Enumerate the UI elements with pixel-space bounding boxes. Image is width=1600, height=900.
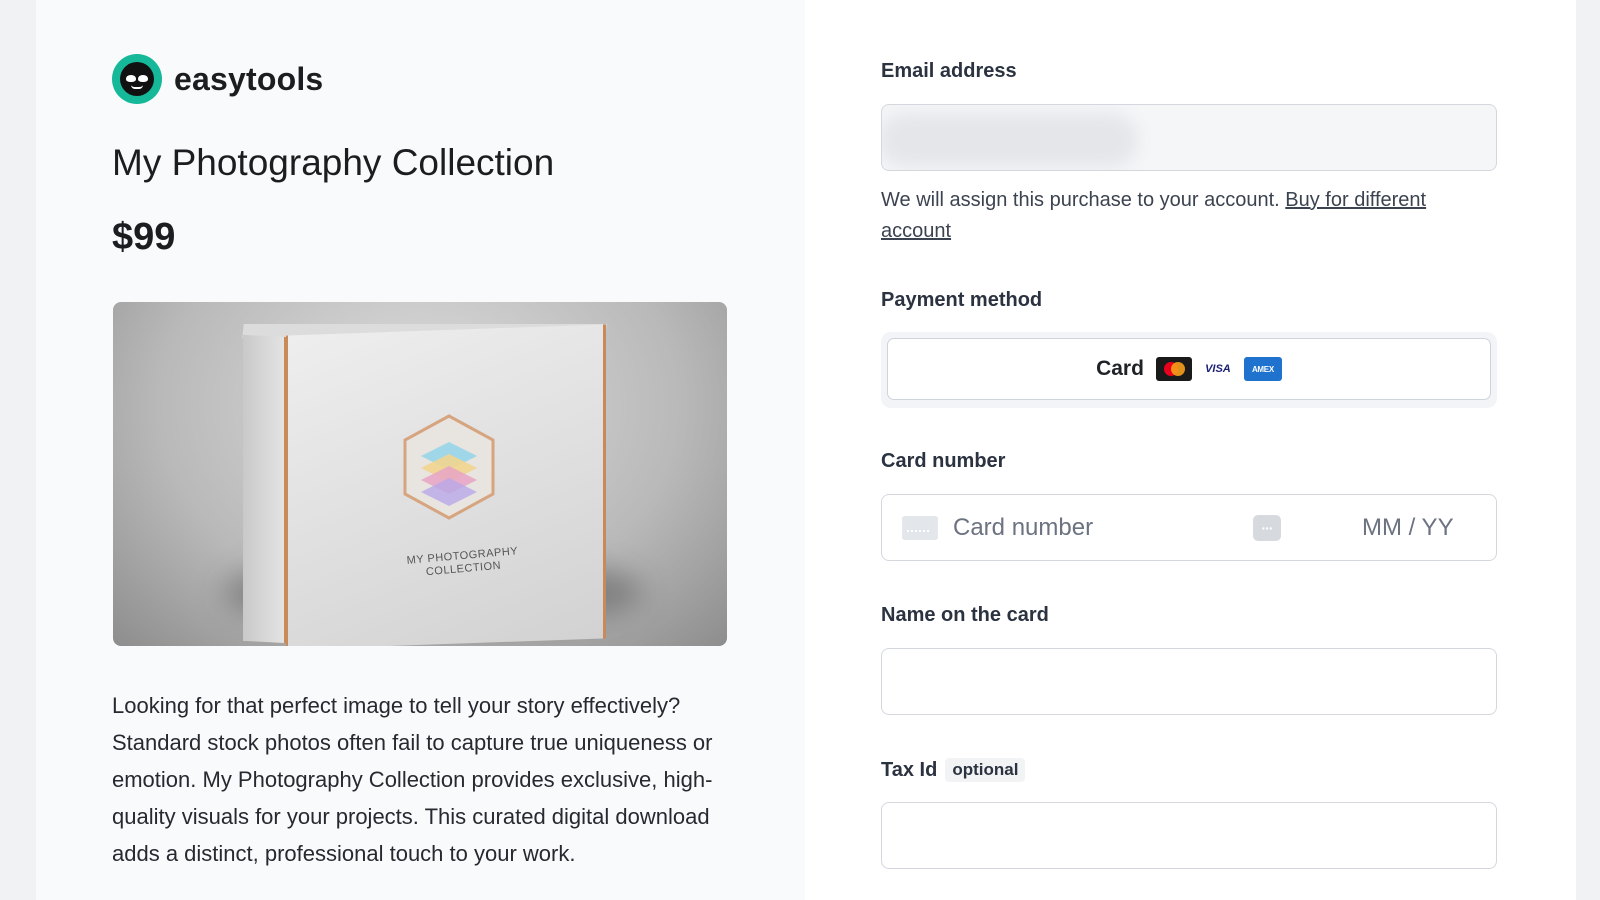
card-number-label: Card number [881, 450, 1006, 472]
credit-card-icon [902, 516, 938, 540]
expiry-input[interactable]: MM / YY [1362, 514, 1454, 542]
payment-method-selector: Card VISA AMEX [881, 332, 1497, 408]
tax-id-field[interactable] [881, 802, 1497, 869]
card-number-field[interactable]: Card number ··· MM / YY [881, 494, 1497, 561]
amex-icon: AMEX [1243, 357, 1282, 381]
payment-method-label: Payment method [881, 289, 1043, 311]
name-on-card-field[interactable] [881, 648, 1497, 715]
assign-text: We will assign this purchase to your acc… [881, 189, 1280, 211]
tax-id-label-text: Tax Id [881, 759, 938, 781]
payment-option-label: Card [1096, 357, 1144, 380]
product-panel: easytools My Photography Collection $99 … [36, 0, 805, 900]
brand[interactable]: easytools [112, 54, 323, 104]
email-label: Email address [881, 60, 1017, 82]
product-image: MY PHOTOGRAPHY COLLECTION [113, 302, 727, 646]
checkout-form: Email address We will assign this purcha… [805, 0, 1576, 900]
visa-icon: VISA [1199, 357, 1236, 381]
brand-name: easytools [174, 60, 324, 97]
mastercard-icon [1155, 357, 1192, 381]
email-value-redacted [882, 113, 1138, 167]
payment-option-card[interactable]: Card VISA AMEX [887, 338, 1491, 400]
cvc-icon: ··· [1253, 515, 1281, 541]
layers-icon [403, 414, 495, 520]
name-on-card-label: Name on the card [881, 604, 1049, 626]
account-assign-note: We will assign this purchase to your acc… [881, 185, 1441, 247]
product-title: My Photography Collection [112, 142, 555, 183]
product-price: $99 [112, 216, 176, 258]
email-field[interactable] [881, 104, 1497, 171]
product-description: Looking for that perfect image to tell y… [112, 693, 713, 866]
easytools-logo-icon [112, 54, 162, 104]
card-number-input[interactable]: Card number [953, 514, 1093, 542]
tax-id-label: Tax Id optional [881, 758, 1026, 782]
optional-badge: optional [945, 758, 1026, 782]
